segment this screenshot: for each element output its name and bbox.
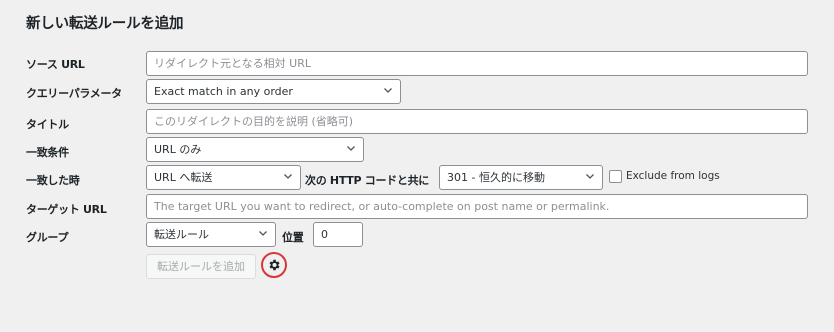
title-label: タイトル <box>26 118 69 131</box>
exclude-from-logs-checkbox[interactable] <box>609 170 622 183</box>
source-url-label: ソース URL <box>26 58 85 71</box>
add-redirect-button[interactable]: 転送ルールを追加 <box>146 254 256 279</box>
title-input[interactable]: このリダイレクトの目的を説明 (省略可) <box>146 109 808 134</box>
group-value: 転送ルール <box>154 228 209 241</box>
match-value: URL のみ <box>154 143 202 156</box>
exclude-from-logs-label[interactable]: Exclude from logs <box>626 170 720 182</box>
form-title: 新しい転送ルールを追加 <box>26 16 184 32</box>
settings-button[interactable] <box>261 252 287 278</box>
query-parameters-label: クエリーパラメータ <box>26 87 122 100</box>
chevron-down-icon <box>259 231 267 236</box>
action-select[interactable]: URL へ転送 <box>146 165 301 190</box>
source-url-input[interactable]: リダイレクト元となる相対 URL <box>146 51 808 76</box>
target-url-input[interactable]: The target URL you want to redirect, or … <box>146 194 808 219</box>
http-code-select[interactable]: 301 - 恒久的に移動 <box>439 165 603 190</box>
position-input[interactable]: 0 <box>313 222 363 247</box>
chevron-down-icon <box>586 174 594 179</box>
target-url-label: ターゲット URL <box>26 203 107 216</box>
chevron-down-icon <box>384 88 392 93</box>
when-matched-label: 一致した時 <box>26 174 80 187</box>
action-value: URL へ転送 <box>154 171 213 184</box>
group-label: グループ <box>26 231 69 244</box>
chevron-down-icon <box>284 174 292 179</box>
group-select[interactable]: 転送ルール <box>146 222 276 247</box>
http-code-value: 301 - 恒久的に移動 <box>447 171 545 184</box>
gear-icon <box>269 259 280 271</box>
query-parameters-select[interactable]: Exact match in any order <box>146 79 401 104</box>
position-label: 位置 <box>282 231 304 244</box>
match-label: 一致条件 <box>26 146 69 159</box>
match-select[interactable]: URL のみ <box>146 137 364 162</box>
http-code-label: 次の HTTP コードと共に <box>305 174 429 187</box>
query-parameters-value: Exact match in any order <box>154 85 293 98</box>
chevron-down-icon <box>347 146 355 151</box>
